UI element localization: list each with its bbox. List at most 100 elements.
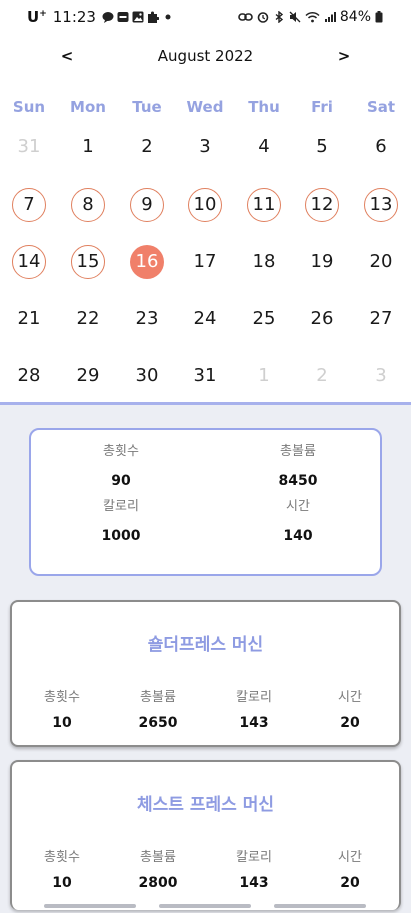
status-bar: U+ 11:23 84% — [0, 0, 411, 36]
calendar-day[interactable]: 22 — [71, 302, 105, 336]
calendar-day[interactable]: 19 — [305, 245, 339, 279]
calendar-day[interactable]: 6 — [364, 130, 398, 164]
stat-label: 칼로리 — [236, 690, 272, 705]
puzzle-icon — [147, 11, 159, 23]
weekday-label: Fri — [311, 98, 333, 116]
machine-stat: 총볼륨 2650 — [118, 686, 198, 731]
talk-badge-icon — [117, 12, 129, 22]
chat-icon — [102, 12, 114, 23]
status-left: U+ 11:23 — [27, 8, 174, 26]
calendar-day[interactable]: 21 — [12, 302, 46, 336]
prev-month-button[interactable]: < — [55, 44, 79, 68]
mute-icon — [289, 11, 301, 23]
calendar-day[interactable]: 26 — [305, 302, 339, 336]
summary-time-label: 시간 — [286, 499, 310, 514]
calendar-day[interactable]: 8 — [71, 188, 105, 222]
alarm-icon — [257, 12, 269, 23]
calendar-day[interactable]: 2 — [130, 130, 164, 164]
machine-stat: 시간 20 — [310, 846, 390, 891]
calendar: August 2022 < > Sun Mon Tue Wed Thu Fri Sat 31… — [0, 36, 411, 405]
calendar-day[interactable]: 12 — [305, 188, 339, 222]
wifi-icon — [305, 11, 320, 23]
summary-reps-label: 총횟수 — [103, 444, 139, 459]
calendar-day[interactable]: 25 — [247, 302, 281, 336]
summary-reps: 총횟수 90 — [61, 440, 181, 489]
calendar-day[interactable]: 24 — [188, 302, 222, 336]
summary-time-value: 140 — [283, 528, 313, 544]
stat-value: 143 — [239, 875, 269, 891]
summary-card: 총횟수 90 총볼륨 8450 칼로리 1000 시간 140 — [29, 428, 382, 576]
calendar-day[interactable]: 13 — [364, 188, 398, 222]
summary-time: 시간 140 — [238, 495, 358, 544]
calendar-day[interactable]: 17 — [188, 245, 222, 279]
next-month-button[interactable]: > — [332, 44, 356, 68]
gallery-icon — [132, 11, 144, 23]
calendar-day[interactable]: 31 — [12, 130, 46, 164]
battery-icon — [375, 11, 383, 23]
calendar-day[interactable]: 31 — [188, 359, 222, 393]
stat-label: 총볼륨 — [140, 850, 176, 865]
status-time: 11:23 — [52, 8, 96, 26]
stat-value: 2800 — [138, 875, 178, 891]
calendar-day[interactable]: 23 — [130, 302, 164, 336]
stat-value: 143 — [239, 715, 269, 731]
weekday-label: Mon — [70, 98, 106, 116]
machine-title: 숄더프레스 머신 — [147, 635, 264, 655]
carrier-label: U+ — [27, 8, 47, 26]
summary-volume-label: 총볼륨 — [280, 444, 316, 459]
calendar-day[interactable]: 7 — [12, 188, 46, 222]
stat-label: 칼로리 — [236, 850, 272, 865]
calendar-day[interactable]: 15 — [71, 245, 105, 279]
calendar-day[interactable]: 10 — [188, 188, 222, 222]
stat-value: 2650 — [138, 715, 178, 731]
status-right: 84% — [238, 9, 383, 25]
weekday-label: Sun — [12, 98, 46, 116]
calendar-day[interactable]: 5 — [305, 130, 339, 164]
link-icon — [238, 13, 253, 21]
calendar-day[interactable]: 27 — [364, 302, 398, 336]
stat-label: 총볼륨 — [140, 690, 176, 705]
stat-value: 10 — [52, 875, 72, 891]
summary-volume: 총볼륨 8450 — [238, 440, 358, 489]
gesture-nav-bar — [0, 901, 411, 913]
signal-icon — [324, 12, 336, 22]
calendar-day[interactable]: 1 — [247, 359, 281, 393]
summary-reps-value: 90 — [111, 473, 131, 489]
battery-percent: 84% — [339, 9, 371, 25]
calendar-day[interactable]: 1 — [71, 130, 105, 164]
machine-stat: 총볼륨 2800 — [118, 846, 198, 891]
machine-stat: 칼로리 143 — [214, 846, 294, 891]
calendar-day[interactable]: 30 — [130, 359, 164, 393]
machine-card[interactable]: 체스트 프레스 머신 총횟수 10 총볼륨 2800 칼로리 143 시간 20 — [10, 760, 401, 910]
calendar-day[interactable]: 29 — [71, 359, 105, 393]
calendar-day-today[interactable]: 16 — [130, 245, 164, 279]
calendar-day[interactable]: 3 — [364, 359, 398, 393]
weekday-label: Sat — [366, 98, 396, 116]
calendar-day[interactable]: 11 — [247, 188, 281, 222]
machine-title: 체스트 프레스 머신 — [137, 795, 274, 815]
calendar-day[interactable]: 2 — [305, 359, 339, 393]
calendar-day[interactable]: 20 — [364, 245, 398, 279]
machine-stat: 칼로리 143 — [214, 686, 294, 731]
summary-calories: 칼로리 1000 — [61, 495, 181, 544]
nav-pill-right[interactable] — [274, 904, 366, 908]
calendar-day[interactable]: 4 — [247, 130, 281, 164]
summary-calories-label: 칼로리 — [103, 499, 139, 514]
calendar-day[interactable]: 18 — [247, 245, 281, 279]
stat-value: 10 — [52, 715, 72, 731]
stat-label: 시간 — [338, 690, 362, 705]
stat-value: 20 — [340, 875, 360, 891]
dot-icon — [165, 14, 171, 20]
weekday-label: Wed — [186, 98, 224, 116]
calendar-day[interactable]: 3 — [188, 130, 222, 164]
nav-pill-center[interactable] — [159, 904, 251, 908]
stat-value: 20 — [340, 715, 360, 731]
weekday-label: Thu — [248, 98, 280, 116]
calendar-day[interactable]: 28 — [12, 359, 46, 393]
machine-stat: 총횟수 10 — [22, 846, 102, 891]
calendar-day[interactable]: 14 — [12, 245, 46, 279]
nav-pill-left[interactable] — [44, 904, 136, 908]
stat-label: 시간 — [338, 850, 362, 865]
machine-card[interactable]: 숄더프레스 머신 총횟수 10 총볼륨 2650 칼로리 143 시간 20 — [10, 600, 401, 747]
calendar-day[interactable]: 9 — [130, 188, 164, 222]
